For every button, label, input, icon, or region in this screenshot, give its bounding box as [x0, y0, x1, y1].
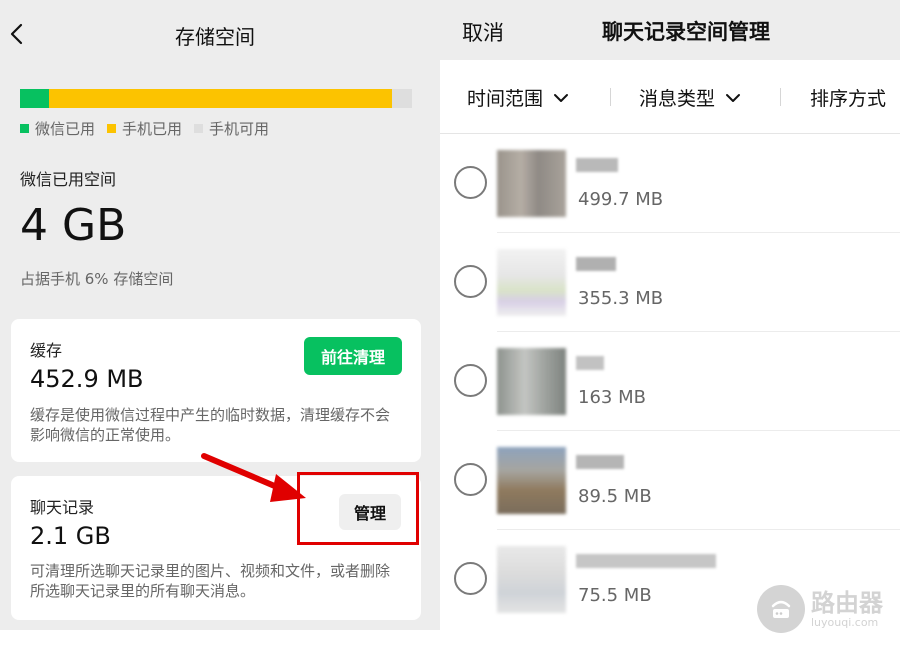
filter-time-range[interactable]: 时间范围: [467, 84, 569, 111]
storage-legend: 微信已用 手机已用 手机可用: [20, 117, 281, 139]
chat-size: 355.3 MB: [578, 288, 664, 309]
chat-records-title: 聊天记录: [30, 498, 95, 517]
wechat-used-description: 占据手机 6% 存储空间: [20, 270, 174, 288]
chat-name-blurred: [576, 158, 618, 172]
management-header: 取消 聊天记录空间管理: [440, 0, 900, 60]
management-title: 聊天记录空间管理: [602, 20, 770, 44]
chat-records-description: 可清理所选聊天记录里的图片、视频和文件，或者删除所选聊天记录里的所有聊天消息。: [30, 562, 391, 600]
filter-bar: 时间范围 消息类型 排序方式: [440, 60, 900, 134]
watermark-main-text: 路由器: [811, 588, 883, 617]
chat-avatar: [497, 348, 566, 415]
chat-name-blurred: [576, 554, 716, 568]
router-logo-icon: [757, 585, 805, 633]
select-checkbox[interactable]: [454, 364, 487, 397]
chat-records-size: 2.1 GB: [30, 522, 111, 550]
chat-list-item[interactable]: 163 MB: [440, 332, 900, 431]
filter-message-type[interactable]: 消息类型: [639, 84, 741, 111]
chat-size: 89.5 MB: [578, 486, 652, 507]
watermark-sub-text: luyouqi.com: [811, 615, 879, 629]
select-checkbox[interactable]: [454, 562, 487, 595]
chat-avatar: [497, 447, 566, 514]
storage-space-panel: 存储空间 微信已用 手机已用 手机可用 微信已用空间 4 GB 占据手机 6% …: [0, 0, 440, 630]
chat-avatar: [497, 546, 566, 613]
page-title: 存储空间: [175, 25, 255, 49]
legend-dot: [20, 123, 29, 133]
legend-item-phone-free: 手机可用: [194, 118, 269, 139]
legend-label: 手机已用: [122, 119, 183, 138]
filter-divider: [780, 88, 781, 106]
chat-avatar: [497, 150, 566, 217]
cache-title: 缓存: [30, 341, 63, 360]
chevron-down-icon: [554, 93, 569, 102]
chat-storage-management-panel: 取消 聊天记录空间管理 时间范围 消息类型 排序方式 499.7 MB 355.…: [440, 0, 900, 630]
filter-label: 消息类型: [639, 88, 716, 110]
filter-label: 排序方式: [810, 88, 887, 110]
legend-dot: [107, 123, 117, 133]
cache-description: 缓存是使用微信过程中产生的临时数据，清理缓存不会影响微信的正常使用。: [30, 406, 391, 444]
wechat-used-value: 4 GB: [20, 200, 127, 251]
filter-divider: [610, 88, 611, 106]
legend-label: 手机可用: [209, 119, 270, 138]
red-arrow-annotation: [201, 453, 306, 502]
storage-usage-bar: [20, 89, 412, 108]
chat-list-item[interactable]: 499.7 MB: [440, 134, 900, 233]
cache-card: 缓存 452.9 MB 缓存是使用微信过程中产生的临时数据，清理缓存不会影响微信…: [11, 319, 421, 462]
chat-size: 499.7 MB: [578, 189, 664, 210]
legend-item-phone-used: 手机已用: [107, 118, 182, 139]
select-checkbox[interactable]: [454, 265, 487, 298]
legend-dot: [194, 123, 204, 133]
wechat-used-label: 微信已用空间: [20, 170, 117, 189]
select-checkbox[interactable]: [454, 463, 487, 496]
select-checkbox[interactable]: [454, 166, 487, 199]
chat-name-blurred: [576, 257, 616, 271]
chat-list-item[interactable]: 89.5 MB: [440, 431, 900, 530]
wechat-used-segment: [20, 89, 50, 108]
phone-used-segment: [49, 89, 393, 108]
storage-header: 存储空间: [0, 0, 440, 68]
manage-button[interactable]: 管理: [339, 494, 401, 530]
chat-list-item[interactable]: 355.3 MB: [440, 233, 900, 332]
chat-size: 163 MB: [578, 387, 646, 408]
chat-avatar: [497, 249, 566, 316]
chat-name-blurred: [576, 455, 624, 469]
cache-size: 452.9 MB: [30, 365, 144, 393]
chat-name-blurred: [576, 356, 604, 370]
chevron-down-icon: [726, 93, 741, 102]
legend-label: 微信已用: [35, 119, 96, 138]
filter-label: 时间范围: [467, 88, 544, 110]
chat-size: 75.5 MB: [578, 585, 652, 606]
filter-sort-order[interactable]: 排序方式: [810, 84, 886, 111]
go-clean-button[interactable]: 前往清理: [304, 337, 402, 375]
site-watermark: 路由器 luyouqi.com: [757, 585, 883, 633]
cancel-button[interactable]: 取消: [462, 17, 504, 47]
legend-item-wechat-used: 微信已用: [20, 118, 95, 139]
